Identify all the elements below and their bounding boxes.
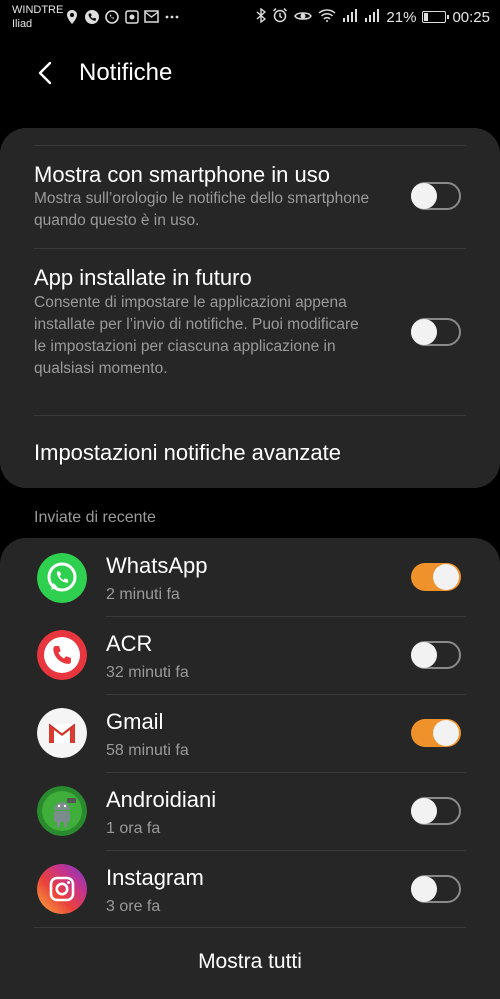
section-header-recent: Inviate di recente [34,509,156,526]
app-time: 2 minuti fa [106,586,180,603]
app-row-instagram[interactable]: Instagram 3 ore fa [0,850,500,928]
alarm-icon [272,7,288,27]
instagram-icon [37,864,87,914]
app-row-whatsapp[interactable]: WhatsApp 2 minuti fa [0,538,500,616]
app-name: ACR [106,631,153,656]
setting-description: Consente di impostare le applicazioni ap… [34,294,359,377]
recent-apps-card: WhatsApp 2 minuti fa ACR 32 minuti fa Gm… [0,538,500,999]
toggle-knob [433,564,459,590]
app-time: 3 ore fa [106,898,161,915]
toggle-knob [411,319,437,345]
carrier-secondary: Iliad [12,18,33,30]
battery-icon [422,11,450,23]
chevron-left-icon [38,61,52,85]
androidiani-icon [37,786,87,836]
whatsapp-icon [104,9,119,24]
bluetooth-icon [256,7,267,27]
whatsapp-icon [37,553,87,603]
app-time: 32 minuti fa [106,664,189,681]
page-title: Notifiche [79,59,173,86]
app-row-gmail[interactable]: Gmail 58 minuti fa [0,694,500,772]
setting-title: Impostazioni notifiche avanzate [34,440,341,465]
toggle-knob [433,720,459,746]
toggle-knob [411,642,437,668]
status-bar: WINDTRE Iliad 21% 00:25 [0,0,500,34]
system-status: 21% 00:25 [256,7,490,27]
gmail-toggle[interactable] [411,719,461,747]
app-row-androidiani[interactable]: Androidiani 1 ora fa [0,772,500,850]
settings-card: Mostra con smartphone in uso Mostra sull… [0,128,500,488]
advanced-notification-settings[interactable]: Impostazioni notifiche avanzate [0,416,500,488]
app-time: 1 ora fa [106,820,161,837]
setting-title: Mostra con smartphone in uso [34,162,330,187]
phone-call-icon [84,9,99,24]
setting-title: App installate in futuro [34,265,252,290]
toggle-knob [411,876,437,902]
app-time: 58 minuti fa [106,742,189,759]
androidiani-toggle[interactable] [411,797,461,825]
divider [34,927,466,928]
app-name: Androidiani [106,787,217,812]
app-name: Gmail [106,709,164,734]
divider [34,145,466,146]
setting-future-apps[interactable]: App installate in futuro Consente di imp… [0,248,500,415]
instagram-toggle[interactable] [411,875,461,903]
show-all-button[interactable]: Mostra tutti [0,950,500,974]
whatsapp-toggle[interactable] [411,563,461,591]
more-icon [164,9,179,24]
app-name: Instagram [106,865,204,890]
app-row-acr[interactable]: ACR 32 minuti fa [0,616,500,694]
future-apps-toggle[interactable] [411,318,461,346]
clock: 00:25 [452,8,490,26]
app-name: WhatsApp [106,553,208,578]
carrier-primary: WINDTRE [12,4,64,16]
battery-percent: 21% [386,8,417,26]
signal-icon [364,8,380,26]
wifi-icon [318,8,336,26]
show-when-in-use-toggle[interactable] [411,182,461,210]
signal-icon [342,8,358,26]
notification-icons [64,9,179,24]
toggle-knob [411,183,437,209]
setting-description: Mostra sull’orologio le notifiche dello … [34,190,370,229]
setting-show-when-in-use[interactable]: Mostra con smartphone in uso Mostra sull… [0,148,500,248]
app-bar: Notifiche [0,46,500,102]
recorder-icon [124,9,139,24]
acr-toggle[interactable] [411,641,461,669]
mail-icon [144,9,159,24]
gmail-icon [37,708,87,758]
location-icon [64,9,79,24]
carrier-info: WINDTRE Iliad [12,3,63,31]
toggle-knob [411,798,437,824]
back-button[interactable] [30,58,60,88]
acr-icon [37,630,87,680]
eye-comfort-icon [294,9,313,26]
